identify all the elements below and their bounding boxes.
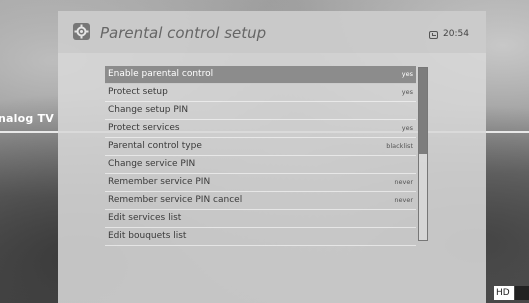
menu-item-edit-bouquets-list[interactable]: Edit bouquets list [105,228,416,246]
menu-item-value: never [394,178,413,186]
scrollbar-thumb[interactable] [419,68,427,154]
gear-icon [73,23,90,40]
page-title: Parental control setup [100,24,267,42]
hd-badge: HD [494,286,514,300]
menu-item-value: yes [401,124,413,132]
list-scrollbar[interactable] [418,67,428,241]
settings-panel: Parental control setup 20:54 Enable pare… [58,11,486,303]
menu-item-label: Protect services [108,123,180,133]
menu-item-label: Change setup PIN [108,105,189,115]
hd-badge-block [515,286,529,300]
menu-item-value: never [394,196,413,204]
menu-item-label: Parental control type [108,141,202,151]
menu-item-protect-setup[interactable]: Protect setup yes [105,84,416,102]
menu-item-parental-control-type[interactable]: Parental control type blacklist [105,138,416,156]
menu-item-change-service-pin[interactable]: Change service PIN [105,156,416,174]
menu-item-remember-service-pin[interactable]: Remember service PIN never [105,174,416,192]
menu-item-label: Edit services list [108,213,182,223]
panel-header: Parental control setup 20:54 [58,11,486,53]
menu-item-label: Protect setup [108,87,168,97]
menu-item-edit-services-list[interactable]: Edit services list [105,210,416,228]
menu-item-value: yes [401,70,413,78]
menu-item-protect-services[interactable]: Protect services yes [105,120,416,138]
menu-item-label: Enable parental control [108,69,214,79]
menu-item-change-setup-pin[interactable]: Change setup PIN [105,102,416,120]
background-channel-label: nalog TV [0,112,54,125]
menu-item-remember-service-pin-cancel[interactable]: Remember service PIN cancel never [105,192,416,210]
menu-item-enable-parental-control[interactable]: Enable parental control yes [105,66,416,84]
menu-item-label: Remember service PIN [108,177,211,187]
menu-item-label: Remember service PIN cancel [108,195,243,205]
clock-icon [429,31,438,39]
menu-item-label: Change service PIN [108,159,196,169]
menu-item-value: yes [401,88,413,96]
clock-time: 20:54 [443,29,469,39]
settings-list: Enable parental control yes Protect setu… [105,66,416,246]
menu-item-value: blacklist [386,142,413,150]
menu-item-label: Edit bouquets list [108,231,187,241]
